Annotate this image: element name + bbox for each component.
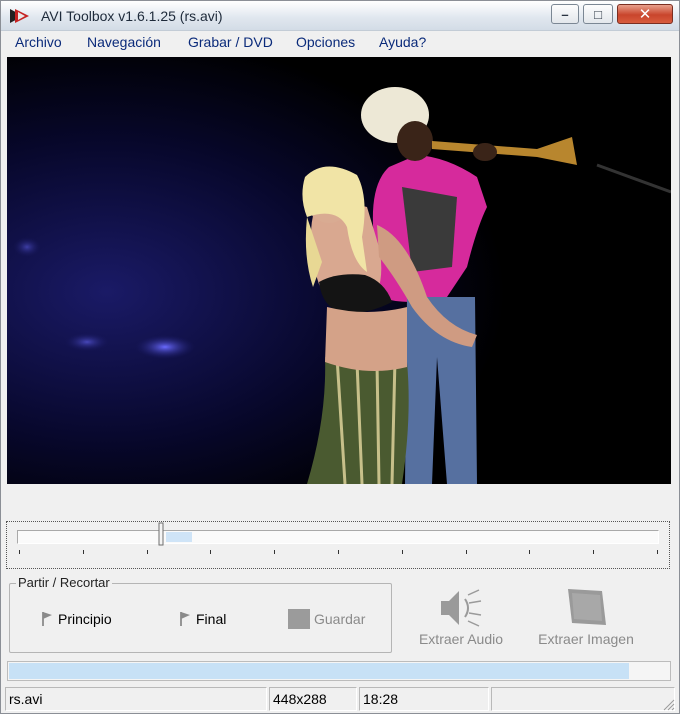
speaker-icon: [441, 589, 482, 627]
extract-audio-label: Extraer Audio: [418, 631, 504, 647]
app-window: AVI Toolbox v1.6.1.25 (rs.avi) – □ ✕ Arc…: [0, 0, 680, 714]
seek-tick: [19, 550, 20, 554]
status-file: rs.avi: [5, 687, 267, 711]
close-button[interactable]: ✕: [617, 4, 673, 24]
save-label: Guardar: [314, 611, 366, 627]
title-bar[interactable]: AVI Toolbox v1.6.1.25 (rs.avi) – □ ✕: [1, 1, 679, 31]
app-logo-icon: [10, 9, 29, 23]
extract-audio-button[interactable]: Extraer Audio: [401, 587, 521, 649]
minimize-icon: –: [561, 6, 569, 22]
seek-tick: [657, 550, 658, 554]
end-marker-button[interactable]: Final: [178, 608, 226, 630]
maximize-icon: □: [594, 6, 602, 22]
save-icon: [288, 609, 310, 629]
resize-grip-icon[interactable]: [661, 697, 675, 711]
split-trim-group: Partir / Recortar Principio Final Guarda…: [9, 575, 392, 653]
status-bar: rs.avi 448x288 18:28: [1, 687, 679, 714]
progress-bar: [7, 661, 671, 681]
start-marker-button[interactable]: Principio: [40, 608, 112, 630]
menu-ayuda[interactable]: Ayuda?: [379, 34, 426, 50]
status-resolution: 448x288: [269, 687, 357, 711]
seek-tick: [210, 550, 212, 554]
seek-tick: [82, 550, 84, 554]
minimize-button[interactable]: –: [551, 4, 579, 24]
end-marker-label: Final: [196, 611, 227, 627]
seek-tick: [146, 550, 148, 554]
video-preview[interactable]: [7, 57, 671, 484]
seek-tick: [465, 550, 467, 554]
menu-navegacion[interactable]: Navegación: [87, 34, 161, 50]
seek-selection-fill: [166, 532, 193, 542]
split-trim-title: Partir / Recortar: [16, 575, 112, 590]
menu-bar: Archivo Navegación Grabar / DVD Opciones…: [1, 31, 679, 55]
save-button[interactable]: Guardar: [288, 608, 365, 630]
close-icon: ✕: [638, 6, 652, 23]
picture-icon: [568, 589, 606, 625]
seek-tick: [401, 550, 403, 554]
extract-image-label: Extraer Imagen: [538, 631, 634, 647]
seek-tick: [593, 550, 595, 554]
maximize-button[interactable]: □: [583, 4, 613, 24]
menu-grabar-dvd[interactable]: Grabar / DVD: [188, 34, 273, 50]
seek-tick: [529, 550, 531, 554]
video-frame-image: [7, 57, 671, 484]
flag-icon: [42, 612, 52, 626]
menu-archivo[interactable]: Archivo: [15, 34, 62, 50]
flag-icon: [180, 612, 190, 626]
seek-area: [6, 521, 670, 569]
seek-tick: [338, 550, 339, 554]
start-marker-label: Principio: [58, 611, 112, 627]
status-extra: [491, 687, 675, 711]
window-title: AVI Toolbox v1.6.1.25 (rs.avi): [41, 8, 223, 24]
seek-thumb[interactable]: [156, 522, 166, 548]
extract-image-button[interactable]: Extraer Imagen: [526, 587, 646, 649]
status-duration: 18:28: [359, 687, 489, 711]
menu-opciones[interactable]: Opciones: [296, 34, 355, 50]
seek-track[interactable]: [17, 530, 659, 544]
seek-tick: [274, 550, 276, 554]
progress-fill: [9, 663, 629, 679]
